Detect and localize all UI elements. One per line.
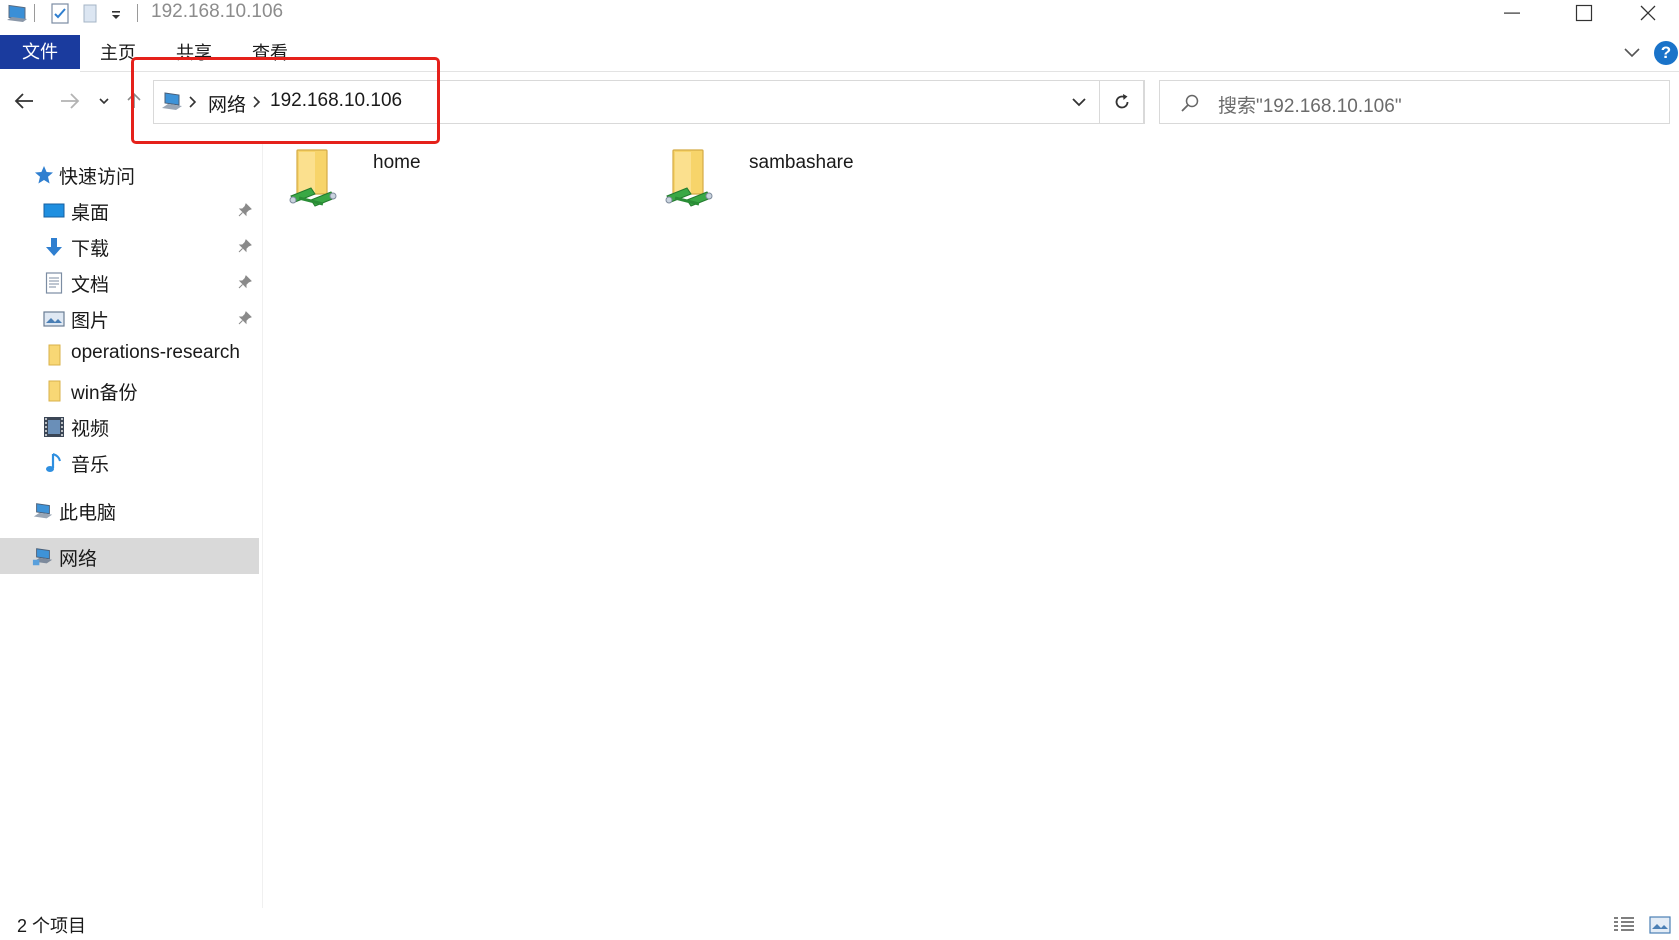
star-icon	[33, 164, 55, 186]
recent-locations-button[interactable]	[94, 86, 114, 116]
minimize-button[interactable]	[1476, 0, 1548, 26]
sidebar-item-videos[interactable]: 视频	[0, 408, 259, 444]
file-name: sambashare	[749, 152, 854, 173]
search-icon	[1180, 93, 1200, 118]
sidebar-item-label: 网络	[59, 549, 98, 570]
annotation-highlight-box	[131, 57, 440, 144]
folder-icon	[43, 344, 65, 366]
document-icon	[43, 272, 65, 294]
sidebar-item-documents[interactable]: 文档	[0, 264, 259, 300]
computer-icon	[32, 500, 54, 522]
file-name: home	[373, 152, 421, 173]
details-view-icon[interactable]	[1612, 915, 1636, 935]
pin-icon[interactable]	[238, 275, 252, 294]
network-share-folder-icon	[661, 146, 721, 217]
sidebar-item-desktop[interactable]: 桌面	[0, 192, 259, 228]
sidebar-item-label: 桌面	[71, 203, 110, 224]
list-item[interactable]: home	[263, 144, 633, 226]
item-count: 2 个项目	[17, 916, 87, 936]
sidebar-item-quick-access[interactable]: 快速访问	[0, 156, 259, 192]
refresh-button[interactable]	[1099, 80, 1145, 124]
tab-file[interactable]: 文件	[0, 35, 80, 69]
sidebar-item-label: 快速访问	[59, 167, 136, 188]
title-bar: 192.168.10.106	[0, 0, 1679, 28]
help-button[interactable]: ?	[1654, 41, 1678, 65]
sidebar-item-label: 此电脑	[59, 503, 117, 524]
sidebar-item-operations-research[interactable]: operations-research	[0, 336, 259, 372]
large-icons-view-icon[interactable]	[1648, 915, 1672, 935]
folder-icon	[43, 380, 65, 402]
pin-icon[interactable]	[238, 239, 252, 258]
sidebar-item-label: 文档	[71, 275, 110, 296]
window-title: 192.168.10.106	[151, 1, 284, 22]
network-share-folder-icon	[285, 146, 345, 217]
pin-icon[interactable]	[238, 311, 252, 330]
search-input[interactable]: 搜索"192.168.10.106"	[1218, 91, 1402, 118]
sidebar-item-label: 下载	[71, 239, 110, 260]
sidebar-item-label: 图片	[71, 311, 110, 332]
address-history-button[interactable]	[1059, 80, 1099, 124]
music-icon	[43, 452, 65, 474]
sidebar-item-win-backup[interactable]: win备份	[0, 372, 259, 408]
download-icon	[43, 236, 65, 258]
navigation-pane: 快速访问 桌面 下载 文档 图片 operations-research win…	[0, 144, 262, 908]
customize-toolbar-icon[interactable]	[110, 8, 122, 27]
sidebar-item-label: 视频	[71, 419, 110, 440]
sidebar-item-this-pc[interactable]: 此电脑	[0, 492, 259, 528]
computer-icon	[6, 3, 30, 30]
back-button[interactable]	[8, 86, 40, 116]
sidebar-item-label: operations-research	[71, 342, 240, 363]
file-list: home sambashare	[263, 144, 1679, 908]
forward-button[interactable]	[54, 86, 86, 116]
status-bar: 2 个项目	[0, 908, 1679, 940]
properties-icon[interactable]	[50, 3, 70, 30]
toolbar-separator	[137, 4, 138, 22]
maximize-button[interactable]	[1548, 0, 1620, 26]
network-icon	[32, 546, 54, 568]
expand-ribbon-icon[interactable]	[1622, 45, 1642, 64]
pin-icon[interactable]	[238, 203, 252, 222]
video-icon	[43, 416, 65, 438]
list-item[interactable]: sambashare	[639, 144, 1009, 226]
sidebar-item-downloads[interactable]: 下载	[0, 228, 259, 264]
new-folder-icon[interactable]	[82, 3, 98, 30]
sidebar-item-label: win备份	[71, 383, 138, 404]
sidebar-item-network[interactable]: 网络	[0, 538, 259, 574]
pictures-icon	[43, 308, 65, 330]
sidebar-item-label: 音乐	[71, 455, 110, 476]
sidebar-item-pictures[interactable]: 图片	[0, 300, 259, 336]
sidebar-item-music[interactable]: 音乐	[0, 444, 259, 480]
desktop-icon	[43, 200, 65, 222]
close-button[interactable]	[1612, 0, 1679, 26]
toolbar-separator	[34, 4, 35, 22]
search-box[interactable]: 搜索"192.168.10.106"	[1159, 80, 1670, 124]
